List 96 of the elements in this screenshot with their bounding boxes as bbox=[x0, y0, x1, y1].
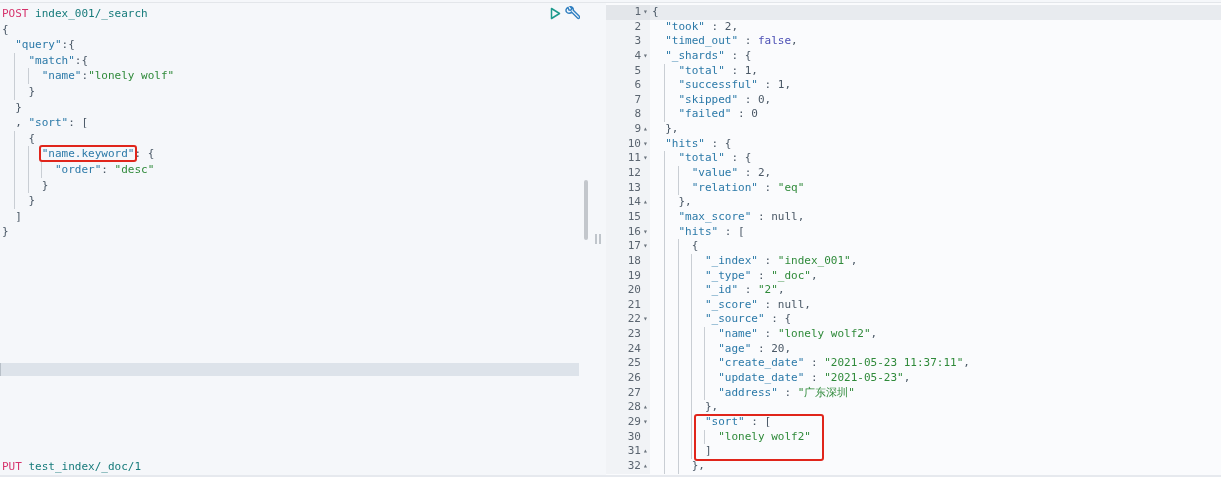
play-icon[interactable] bbox=[550, 7, 561, 21]
fold-toggle[interactable]: ▾ bbox=[641, 151, 650, 167]
line-number: 28 bbox=[627, 400, 641, 415]
line-number: 16 bbox=[627, 224, 641, 240]
line-number: 5 bbox=[634, 63, 641, 79]
code-line: "_source" : { bbox=[650, 312, 792, 328]
code-line: { bbox=[651, 5, 659, 20]
code-line: "age" : 20, bbox=[650, 341, 792, 357]
code-line: { bbox=[0, 130, 36, 147]
resize-handle[interactable] bbox=[595, 234, 601, 244]
code-line: } bbox=[0, 193, 36, 209]
code-line: "took" : 2, bbox=[664, 19, 739, 35]
line-number: 25 bbox=[627, 356, 641, 371]
line-number: 8 bbox=[634, 107, 641, 123]
line-number: 32 bbox=[627, 458, 641, 474]
code-line: "_index" : "index_001", bbox=[650, 253, 858, 269]
fold-toggle[interactable]: ▾ bbox=[641, 414, 650, 430]
code-line: } bbox=[14, 99, 22, 116]
line-number: 11 bbox=[627, 151, 641, 167]
request-line: PUT test_index/_doc/1 bbox=[1, 459, 142, 475]
fold-toggle[interactable]: ▴ bbox=[641, 458, 650, 474]
code-line: "query":{ bbox=[14, 37, 75, 53]
fold-toggle[interactable]: ▴ bbox=[641, 400, 650, 415]
code-line: "order": "desc" bbox=[0, 161, 155, 178]
line-number: 29 bbox=[627, 414, 641, 430]
code-line: "_score" : null, bbox=[650, 297, 811, 313]
fold-toggle[interactable]: ▴ bbox=[641, 195, 650, 210]
code-line: , "sort": [ bbox=[14, 115, 89, 131]
code-line: }, bbox=[650, 195, 692, 210]
code-line: "value" : 2, bbox=[650, 166, 772, 181]
line-number: 19 bbox=[627, 268, 641, 284]
line-number: 10 bbox=[627, 136, 641, 152]
code-line: "relation" : "eq" bbox=[650, 180, 805, 196]
code-line: "lonely wolf2" bbox=[650, 429, 811, 445]
code-line: "match":{ bbox=[0, 52, 89, 69]
code-line: "total" : { bbox=[650, 151, 752, 167]
code-line: ] bbox=[14, 208, 22, 225]
code-line: "_type" : "_doc", bbox=[650, 268, 818, 284]
line-number: 21 bbox=[627, 297, 641, 313]
fold-toggle[interactable]: ▴ bbox=[641, 122, 650, 137]
code-line: "failed" : 0 bbox=[650, 107, 758, 123]
code-line: "max_score" : null, bbox=[650, 209, 805, 225]
line-number: 20 bbox=[627, 283, 641, 298]
line-number: 2 bbox=[634, 19, 641, 35]
line-number: 23 bbox=[627, 327, 641, 342]
line-number: 1 bbox=[634, 5, 641, 20]
code-line: } bbox=[0, 177, 49, 194]
line-number: 26 bbox=[627, 371, 641, 386]
code-line: }, bbox=[664, 122, 679, 137]
code-line: ] bbox=[650, 444, 712, 459]
fold-toggle[interactable]: ▾ bbox=[641, 136, 650, 152]
line-number: 3 bbox=[634, 34, 641, 49]
fold-toggle[interactable]: ▾ bbox=[641, 312, 650, 328]
line-number: 13 bbox=[627, 180, 641, 196]
code-line: "sort" : [ bbox=[650, 414, 772, 430]
line-number: 24 bbox=[627, 341, 641, 357]
line-number: 17 bbox=[627, 239, 641, 254]
line-number: 9 bbox=[634, 122, 641, 137]
code-line: "total" : 1, bbox=[650, 63, 758, 79]
scrollbar-thumb[interactable] bbox=[584, 180, 588, 240]
fold-toggle[interactable]: ▾ bbox=[641, 5, 650, 20]
fold-toggle[interactable]: ▾ bbox=[641, 48, 650, 64]
code-line: "timed_out" : false, bbox=[664, 34, 798, 49]
wrench-icon[interactable] bbox=[565, 6, 580, 22]
code-line: "address" : "广东深圳" bbox=[650, 385, 855, 401]
line-number: 4 bbox=[634, 48, 641, 64]
line-number: 14 bbox=[627, 195, 641, 210]
code-line: "name":"lonely wolf" bbox=[0, 68, 175, 84]
code-line: }, bbox=[650, 458, 705, 474]
code-line: "_shards" : { bbox=[664, 48, 752, 64]
code-line: "create_date" : "2021-05-23 11:37:11", bbox=[650, 356, 970, 371]
code-line: "update_date" : "2021-05-23", bbox=[650, 371, 911, 386]
line-number: 15 bbox=[627, 209, 641, 225]
request-line: POST index_001/_search bbox=[1, 6, 148, 22]
line-number: 27 bbox=[627, 385, 641, 401]
code-line: "hits" : { bbox=[664, 136, 732, 152]
code-line: } bbox=[0, 83, 36, 100]
fold-toggle[interactable]: ▴ bbox=[641, 444, 650, 459]
code-line: { bbox=[650, 239, 699, 254]
code-line: } bbox=[1, 224, 9, 240]
code-line: { bbox=[1, 21, 9, 38]
line-number: 6 bbox=[634, 78, 641, 93]
line-number: 18 bbox=[627, 253, 641, 269]
code-line: "_id" : "2", bbox=[650, 283, 785, 298]
code-line: "skipped" : 0, bbox=[650, 92, 772, 108]
code-line: "successful" : 1, bbox=[650, 78, 792, 93]
line-number: 12 bbox=[627, 166, 641, 181]
line-number: 22 bbox=[627, 312, 641, 328]
fold-toggle[interactable]: ▾ bbox=[641, 224, 650, 240]
code-line: }, bbox=[650, 400, 719, 415]
code-line: "name" : "lonely wolf2", bbox=[650, 327, 878, 342]
line-number: 7 bbox=[634, 92, 641, 108]
line-number: 30 bbox=[627, 429, 641, 445]
line-number: 31 bbox=[627, 444, 641, 459]
fold-toggle[interactable]: ▾ bbox=[641, 239, 650, 254]
code-line: "hits" : [ bbox=[650, 224, 745, 240]
